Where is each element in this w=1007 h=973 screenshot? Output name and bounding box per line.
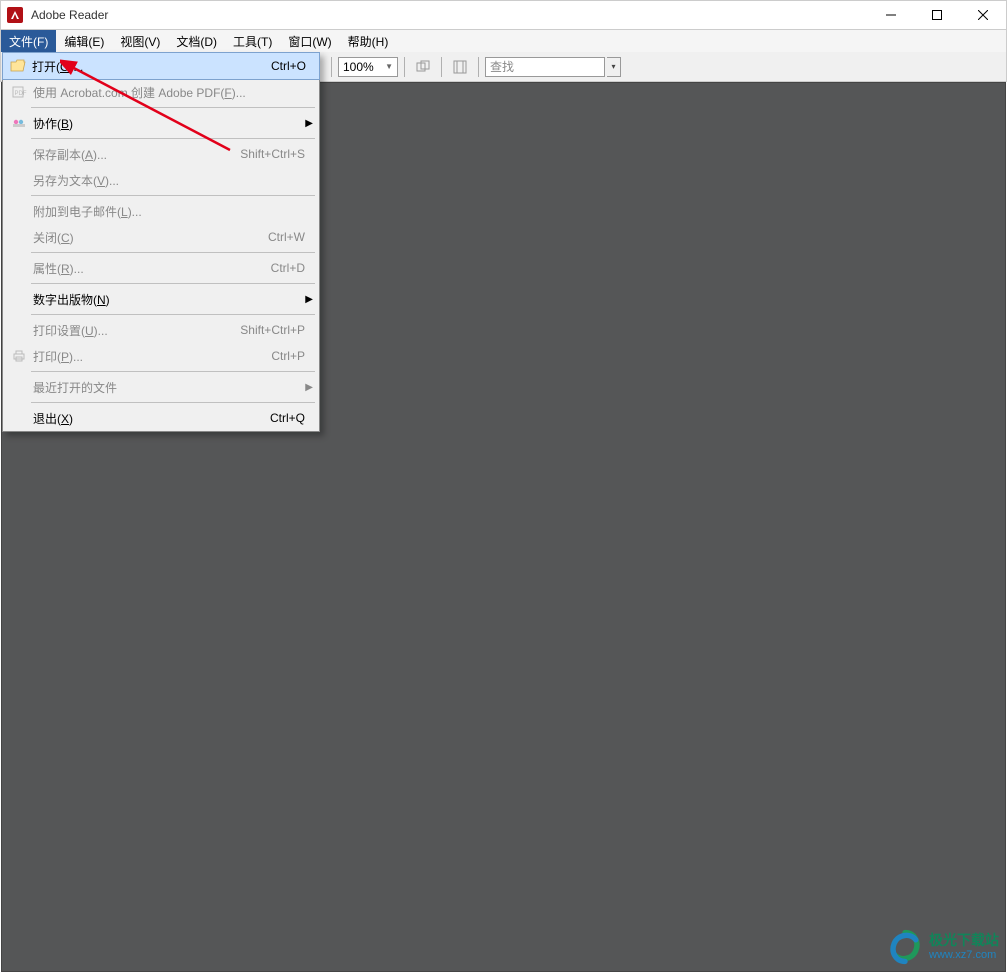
menu-label: 附加到电子邮件(L)...	[29, 203, 305, 220]
menu-file[interactable]: 文件(F)	[1, 30, 56, 52]
menu-label: 打印(P)...	[29, 348, 271, 365]
menu-divider	[31, 107, 315, 108]
menu-shortcut: Ctrl+P	[271, 349, 305, 363]
create-pdf-icon: PDF	[9, 85, 29, 99]
menu-divider	[31, 314, 315, 315]
menu-item-print-setup[interactable]: 打印设置(U)... Shift+Ctrl+P	[3, 317, 319, 343]
menu-view[interactable]: 视图(V)	[112, 30, 168, 52]
window-title: Adobe Reader	[31, 8, 108, 22]
menu-item-open[interactable]: 打开(O)... Ctrl+O	[2, 52, 320, 80]
find-placeholder: 查找	[490, 58, 514, 75]
tool-button-1[interactable]	[411, 55, 435, 79]
menu-item-exit[interactable]: 退出(X) Ctrl+Q	[3, 405, 319, 431]
menu-document[interactable]: 文档(D)	[168, 30, 225, 52]
watermark-swirl-icon	[887, 929, 923, 965]
menu-item-recent[interactable]: 最近打开的文件 ▶	[3, 374, 319, 400]
menu-label: 最近打开的文件	[29, 379, 305, 396]
menu-divider	[31, 371, 315, 372]
watermark: 极光下载站 www.xz7.com	[887, 929, 999, 965]
folder-open-icon	[8, 59, 28, 73]
toolbar-separator	[331, 57, 332, 77]
minimize-button[interactable]	[868, 1, 914, 29]
menu-shortcut: Shift+Ctrl+S	[240, 147, 305, 161]
menu-shortcut: Ctrl+O	[271, 59, 306, 73]
menu-label: 退出(X)	[29, 410, 270, 427]
menu-item-save-as-text[interactable]: 另存为文本(V)...	[3, 167, 319, 193]
menu-label: 另存为文本(V)...	[29, 172, 305, 189]
watermark-line1: 极光下载站	[929, 932, 999, 948]
menu-item-save-copy[interactable]: 保存副本(A)... Shift+Ctrl+S	[3, 141, 319, 167]
menu-shortcut: Ctrl+D	[271, 261, 305, 275]
menu-help[interactable]: 帮助(H)	[340, 30, 397, 52]
printer-icon	[9, 349, 29, 363]
tool-button-2[interactable]	[448, 55, 472, 79]
adobe-reader-icon	[7, 7, 23, 23]
watermark-line2: www.xz7.com	[929, 949, 999, 961]
zoom-combobox[interactable]: 100% ▼	[338, 57, 398, 77]
menu-label: 关闭(C)	[29, 229, 268, 246]
menu-divider	[31, 195, 315, 196]
menu-divider	[31, 402, 315, 403]
menu-edit[interactable]: 编辑(E)	[56, 30, 112, 52]
submenu-arrow-icon: ▶	[305, 118, 313, 129]
menu-shortcut: Ctrl+Q	[270, 411, 305, 425]
window-controls	[868, 1, 1006, 29]
maximize-button[interactable]	[914, 1, 960, 29]
collaborate-icon	[9, 116, 29, 130]
menu-item-attach-email[interactable]: 附加到电子邮件(L)...	[3, 198, 319, 224]
submenu-arrow-icon: ▶	[305, 382, 313, 393]
menu-label: 保存副本(A)...	[29, 146, 240, 163]
menu-shortcut: Shift+Ctrl+P	[240, 323, 305, 337]
menu-label: 使用 Acrobat.com 创建 Adobe PDF(F)...	[29, 84, 305, 101]
zoom-value: 100%	[343, 60, 374, 74]
menu-bar: 文件(F) 编辑(E) 视图(V) 文档(D) 工具(T) 窗口(W) 帮助(H…	[0, 30, 1007, 52]
menu-label: 打开(O)...	[28, 58, 271, 75]
menu-item-create-pdf[interactable]: PDF 使用 Acrobat.com 创建 Adobe PDF(F)...	[3, 79, 319, 105]
menu-divider	[31, 283, 315, 284]
file-menu-dropdown: 打开(O)... Ctrl+O PDF 使用 Acrobat.com 创建 Ad…	[2, 52, 320, 432]
menu-window[interactable]: 窗口(W)	[280, 30, 339, 52]
menu-item-close[interactable]: 关闭(C) Ctrl+W	[3, 224, 319, 250]
menu-label: 打印设置(U)...	[29, 322, 240, 339]
menu-label: 属性(R)...	[29, 260, 271, 277]
menu-item-print[interactable]: 打印(P)... Ctrl+P	[3, 343, 319, 369]
menu-item-collaborate[interactable]: 协作(B) ▶	[3, 110, 319, 136]
submenu-arrow-icon: ▶	[305, 294, 313, 305]
find-dropdown-button[interactable]: ▾	[607, 57, 621, 77]
menu-tools[interactable]: 工具(T)	[225, 30, 280, 52]
menu-item-digital-pub[interactable]: 数字出版物(N) ▶	[3, 286, 319, 312]
svg-text:PDF: PDF	[15, 91, 27, 97]
menu-shortcut: Ctrl+W	[268, 230, 305, 244]
chevron-down-icon: ▼	[385, 62, 393, 71]
toolbar-separator	[478, 57, 479, 77]
toolbar-separator	[441, 57, 442, 77]
menu-label: 协作(B)	[29, 115, 305, 132]
menu-label: 数字出版物(N)	[29, 291, 305, 308]
toolbar-separator	[404, 57, 405, 77]
title-bar: Adobe Reader	[0, 0, 1007, 30]
close-button[interactable]	[960, 1, 1006, 29]
menu-divider	[31, 252, 315, 253]
menu-item-properties[interactable]: 属性(R)... Ctrl+D	[3, 255, 319, 281]
find-input[interactable]: 查找	[485, 57, 605, 77]
menu-divider	[31, 138, 315, 139]
